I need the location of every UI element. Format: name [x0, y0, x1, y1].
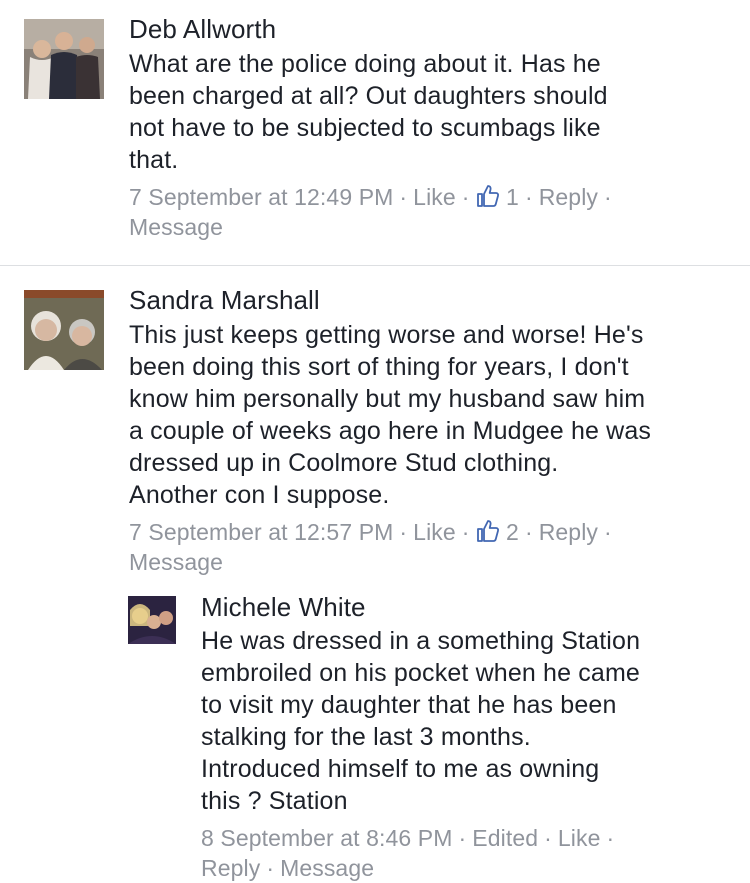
comment-text-line: This just keeps getting worse and worse!…: [129, 321, 644, 349]
comment-text-line: dressed up in Coolmore Stud clothing.: [129, 449, 559, 477]
message-link[interactable]: Message: [280, 855, 374, 881]
comment-text-line: that.: [129, 146, 179, 174]
comment-text: This just keeps getting worse and worse!…: [129, 319, 739, 511]
comment-text-line: been charged at all? Out daughters shoul…: [129, 82, 608, 110]
reply-text-line: embroiled on his pocket when he came: [201, 659, 640, 687]
reply-text-line: He was dressed in a something Station: [201, 627, 641, 655]
reply-author[interactable]: Michele White: [201, 592, 366, 623]
like-link[interactable]: Like: [413, 184, 456, 210]
comment-meta: 7 September at 12:57 PM · Like · 2 · Reply · M…: [129, 517, 729, 577]
like-count[interactable]: 1: [506, 184, 519, 210]
like-count[interactable]: 2: [506, 519, 519, 545]
avatar[interactable]: [128, 596, 176, 644]
edited-label[interactable]: Edited: [472, 825, 538, 851]
thumbs-up-icon[interactable]: [476, 184, 500, 208]
reply-text-line: Introduced himself to me as owning: [201, 755, 600, 783]
reply-meta: 8 September at 8:46 PM · Edited · Like · Repl…: [201, 825, 615, 881]
comment-text-line: know him personally but my husband saw h…: [129, 385, 646, 413]
reply-text: He was dressed in a something Station em…: [201, 625, 741, 817]
comment-text-line: been doing this sort of thing for years,…: [129, 353, 629, 381]
comment-author[interactable]: Deb Allworth: [129, 14, 276, 45]
avatar[interactable]: [24, 290, 104, 370]
comment-text: What are the police doing about it. Has …: [129, 48, 729, 176]
reply-text-line: this ? Station: [201, 787, 348, 815]
message-link[interactable]: Message: [129, 212, 729, 242]
comment-timestamp[interactable]: 7 September at 12:49 PM: [129, 184, 393, 210]
reply-timestamp[interactable]: 8 September at 8:46 PM: [201, 825, 453, 851]
comment-meta: 7 September at 12:49 PM · Like · 1 · Reply · M…: [129, 182, 729, 242]
reply-text-line: stalking for the last 3 months.: [201, 723, 531, 751]
comment-timestamp[interactable]: 7 September at 12:57 PM: [129, 519, 393, 545]
avatar[interactable]: [24, 19, 104, 99]
reply-text-line: to visit my daughter that he has been: [201, 691, 617, 719]
reply-link[interactable]: Reply: [539, 184, 598, 210]
comment-text-line: a couple of weeks ago here in Mudgee he …: [129, 417, 652, 445]
reply-link[interactable]: Reply: [539, 519, 598, 545]
like-link[interactable]: Like: [413, 519, 456, 545]
comment-divider: [0, 265, 750, 266]
comment-text-line: What are the police doing about it. Has …: [129, 50, 601, 78]
comment-author[interactable]: Sandra Marshall: [129, 285, 320, 316]
comment-text-line: Another con I suppose.: [129, 481, 390, 509]
message-link[interactable]: Message: [129, 547, 729, 577]
reply-link[interactable]: Reply: [201, 855, 260, 881]
like-link[interactable]: Like: [558, 825, 601, 851]
comment-text-line: not have to be subjected to scumbags lik…: [129, 114, 601, 142]
thumbs-up-icon[interactable]: [476, 519, 500, 543]
